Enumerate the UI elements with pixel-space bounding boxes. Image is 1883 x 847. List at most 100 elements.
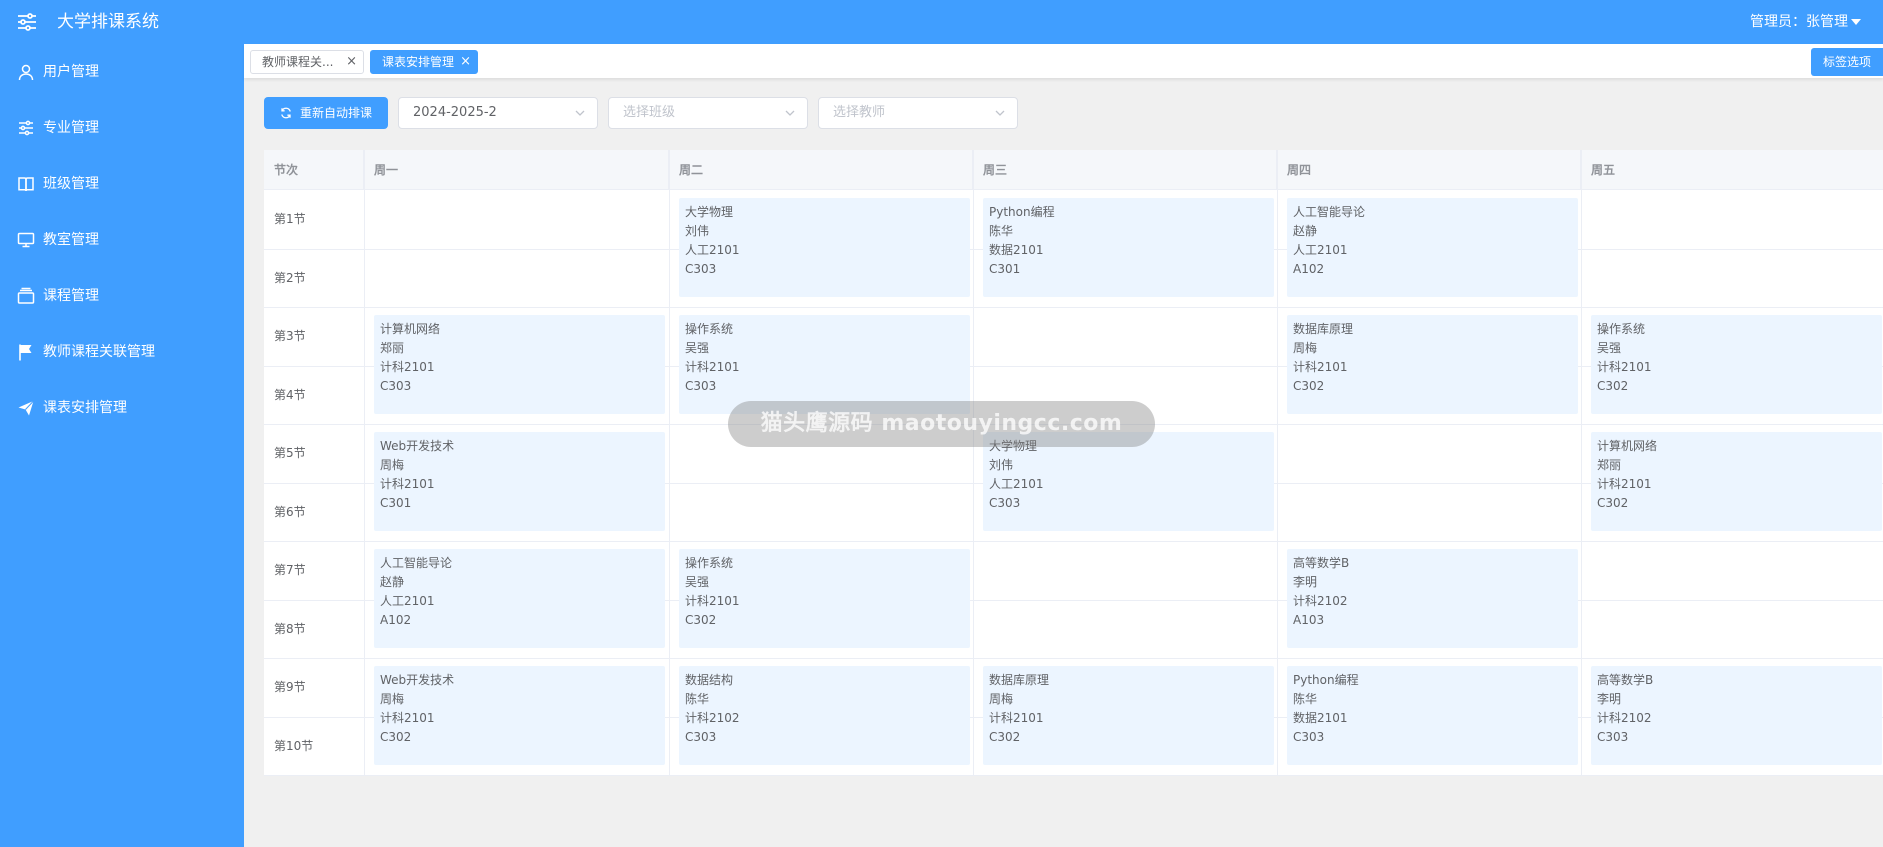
course-teacher: 赵静 [1293,224,1318,238]
course-course: Python编程 [989,205,1055,219]
course-course: 人工智能导论 [1293,205,1366,219]
header-period: 节次 [264,150,364,190]
monitor-icon [17,232,35,248]
sidebar-item-label: 课程管理 [43,288,99,304]
course-cell-tuesday[interactable]: 数据结构 陈华 计科2102 C303 [679,666,970,765]
timetable-header: 节次 周一 周二 周三 周四 周五 [264,150,1883,190]
course-room: C303 [685,379,717,393]
row-divider [264,307,1883,308]
sidebar-item-timetable-management[interactable]: 课表安排管理 [0,380,244,436]
box-icon [17,287,35,304]
course-room: C303 [1597,730,1629,744]
sidebar-item-classroom-management[interactable]: 教室管理 [0,212,244,268]
user-menu[interactable]: 管理员：张管理 [1750,13,1861,31]
close-icon[interactable]: × [460,51,471,73]
course-cell-monday[interactable]: 人工智能导论 赵静 人工2101 A102 [374,549,665,648]
period-label: 第5节 [274,446,306,460]
course-class: 计科2101 [380,477,435,491]
tab-options-button[interactable]: 标签选项 [1811,48,1883,76]
tab-teacher-course[interactable]: 教师课程关... × [250,50,364,74]
course-class: 人工2101 [685,243,740,257]
teacher-placeholder: 选择教师 [833,105,886,120]
column-divider [364,150,365,775]
course-course: Web开发技术 [380,439,455,453]
row-divider [264,775,1883,776]
course-cell-wednesday[interactable]: Python编程 陈华 数据2101 C301 [983,198,1274,297]
sliders-icon [19,120,33,136]
course-room: C301 [380,496,412,510]
course-cell-tuesday[interactable]: 操作系统 吴强 计科2101 C303 [679,315,970,414]
tab-label: 课表安排管理 [382,55,455,69]
course-teacher: 赵静 [380,575,405,589]
column-divider [669,150,670,775]
sidebar-item-course-management[interactable]: 课程管理 [0,268,244,324]
sidebar-item-user-management[interactable]: 用户管理 [0,44,244,100]
course-class: 计科2101 [1597,360,1652,374]
course-cell-friday[interactable]: 计算机网络 郑丽 计科2101 C302 [1591,432,1882,531]
caret-down-icon [1851,19,1861,25]
course-room: C303 [685,262,717,276]
course-room: C303 [1293,730,1325,744]
course-cell-thursday[interactable]: 数据库原理 周梅 计科2101 C302 [1287,315,1578,414]
course-class: 计科2101 [1293,360,1348,374]
sidebar-item-teacher-course-management[interactable]: 教师课程关联管理 [0,324,244,380]
course-cell-tuesday[interactable]: 操作系统 吴强 计科2101 C302 [679,549,970,648]
course-teacher: 刘伟 [685,224,710,238]
course-cell-thursday[interactable]: Python编程 陈华 数据2101 C303 [1287,666,1578,765]
sidebar-item-major-management[interactable]: 专业管理 [0,100,244,156]
course-teacher: 李明 [1293,575,1318,589]
course-teacher: 周梅 [380,692,405,706]
sidebar: 用户管理 专业管理 班级管理 教室管理 课程管理 教师课程关联管理 课表安排管理 [0,44,244,847]
course-room: C301 [989,262,1021,276]
course-class: 计科2101 [380,360,435,374]
course-cell-thursday[interactable]: 人工智能导论 赵静 人工2101 A102 [1287,198,1578,297]
user-icon [18,64,34,81]
course-teacher: 郑丽 [1597,458,1622,472]
class-select[interactable]: 选择班级 [608,97,808,129]
column-divider [1277,150,1278,775]
course-class: 人工2101 [989,477,1044,491]
course-room: C302 [685,613,717,627]
period-label: 第6节 [274,505,306,519]
semester-value: 2024-2025-2 [413,105,497,120]
course-course: 操作系统 [1597,322,1646,336]
period-label: 第1节 [274,212,306,226]
course-class: 计科2102 [1597,711,1652,725]
tab-bar: 教师课程关... × 课表安排管理 × 标签选项 [244,44,1883,78]
tab-timetable[interactable]: 课表安排管理 × [370,50,478,74]
course-cell-wednesday[interactable]: 数据库原理 周梅 计科2101 C302 [983,666,1274,765]
course-room: C302 [1597,379,1629,393]
course-cell-thursday[interactable]: 高等数学B 李明 计科2102 A103 [1287,549,1578,648]
course-course: 数据结构 [685,673,734,687]
header-friday: 周五 [1591,163,1616,177]
refresh-icon [281,107,291,119]
course-cell-monday[interactable]: Web开发技术 周梅 计科2101 C302 [374,666,665,765]
course-teacher: 吴强 [1597,341,1622,355]
chevron-down-icon [995,110,1005,116]
sidebar-item-label: 教师课程关联管理 [43,344,155,360]
sidebar-item-label: 课表安排管理 [43,400,127,416]
course-cell-friday[interactable]: 操作系统吴强计科2101 C302 [1591,315,1882,414]
user-label: 管理员：张管理 [1750,14,1848,30]
course-teacher: 陈华 [685,692,710,706]
close-icon[interactable]: × [346,51,357,73]
course-teacher: 吴强 [685,341,710,355]
period-label: 第10节 [274,739,314,753]
course-class: 计科2102 [685,711,740,725]
period-label: 第3节 [274,329,306,343]
course-course: 高等数学B [1597,673,1654,687]
teacher-select[interactable]: 选择教师 [818,97,1018,129]
course-teacher: 郑丽 [380,341,405,355]
course-cell-friday[interactable]: 高等数学B 李明计科2102 C303 [1591,666,1882,765]
course-class: 计科2102 [1293,594,1348,608]
course-teacher: 李明 [1597,692,1622,706]
course-class: 数据2101 [1293,711,1348,725]
semester-select[interactable]: 2024-2025-2 [398,97,598,129]
course-cell-monday[interactable]: 计算机网络 郑丽 计科2101 C303 [374,315,665,414]
course-cell-tuesday[interactable]: 大学物理 刘伟 人工2101 C303 [679,198,970,297]
course-course: 操作系统 [685,556,734,570]
course-cell-monday[interactable]: Web开发技术 周梅 计科2101 C301 [374,432,665,531]
reschedule-button[interactable]: 重新自动排课 [264,97,388,129]
sidebar-item-class-management[interactable]: 班级管理 [0,156,244,212]
sliders-icon[interactable] [16,12,38,32]
